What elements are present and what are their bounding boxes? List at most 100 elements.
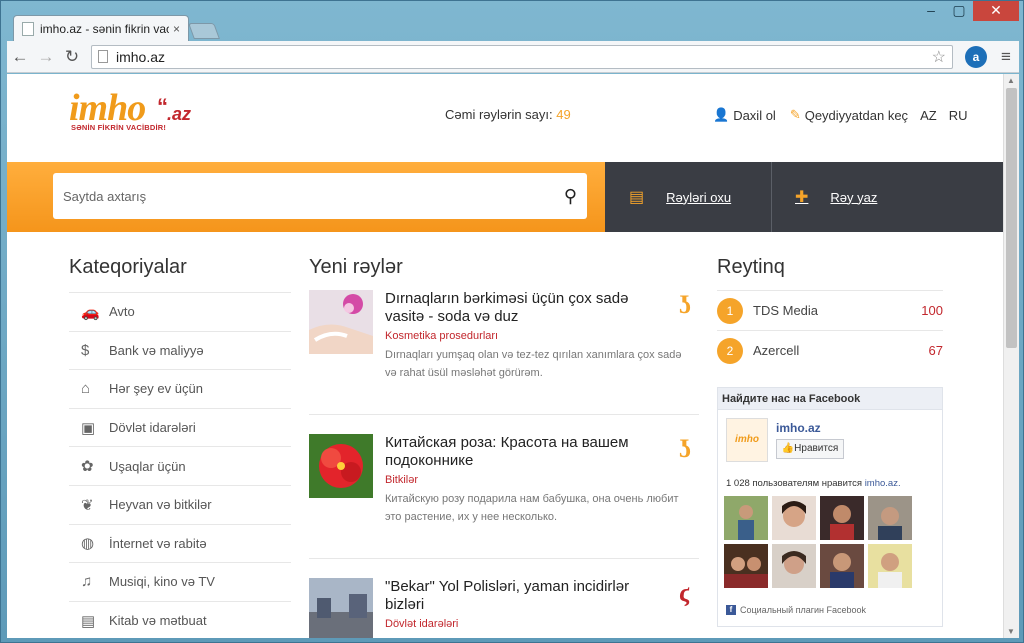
rating-value: 67 bbox=[928, 343, 943, 358]
facebook-widget: Найдите нас на Facebook imho imho.az 👍Нр… bbox=[717, 387, 943, 627]
category-item[interactable]: $ Bank və maliyyə bbox=[69, 330, 291, 370]
company-name[interactable]: Azercell bbox=[753, 343, 929, 358]
review-title[interactable]: Dırnaqların bərkiməsi üçün çox sadə vasi… bbox=[385, 290, 665, 326]
review-category[interactable]: Bitkilər bbox=[385, 474, 418, 486]
fan-avatar[interactable] bbox=[724, 496, 768, 540]
rating-item[interactable]: 1 TDS Media 100 bbox=[717, 290, 943, 330]
write-review-button[interactable]: ✚ Rəy yaz bbox=[795, 162, 877, 232]
fan-avatar[interactable] bbox=[772, 544, 816, 588]
read-reviews-label: Rəyləri oxu bbox=[666, 189, 732, 205]
category-label: Hər şey ev üçün bbox=[109, 381, 203, 397]
review-count-value: 49 bbox=[556, 107, 571, 122]
category-item[interactable]: ❦ Heyvan və bitkilər bbox=[69, 484, 291, 524]
lang-az[interactable]: AZ bbox=[920, 108, 937, 123]
address-bar[interactable]: imho.az ☆ bbox=[91, 44, 953, 69]
review-thumbnail[interactable] bbox=[309, 290, 373, 354]
page-scrollbar[interactable]: ▲ ▼ bbox=[1003, 74, 1019, 638]
review-separator bbox=[309, 414, 699, 415]
page-viewport: imho “ .az SƏNİN FİKRİN VACİBDİR! Cəmi r… bbox=[7, 74, 1003, 638]
fan-avatar[interactable] bbox=[724, 544, 768, 588]
review-description: Dırnaqları yumşaq olan və tez-tez qırıla… bbox=[385, 349, 682, 379]
plugin-label[interactable]: Социальный плагин Facebook bbox=[740, 605, 866, 615]
minimize-button[interactable]: – bbox=[917, 1, 945, 21]
fan-faces bbox=[724, 496, 924, 588]
bookmark-star-icon[interactable]: ☆ bbox=[932, 47, 946, 67]
book-icon: ▤ bbox=[81, 612, 96, 630]
rank-badge: 1 bbox=[717, 297, 743, 324]
search-icon[interactable]: ⚲ bbox=[564, 186, 577, 207]
extension-icon[interactable]: a bbox=[965, 45, 987, 68]
maximize-button[interactable]: ▢ bbox=[945, 1, 973, 21]
category-label: Avto bbox=[109, 304, 135, 320]
document-icon: ▤ bbox=[629, 189, 645, 206]
write-review-label: Rəy yaz bbox=[830, 189, 878, 205]
hero-banner: Saytda axtarış ⚲ ▤ Rəyləri oxu ✚ Rəy yaz bbox=[7, 162, 1003, 232]
page-favicon-icon bbox=[22, 21, 34, 36]
scroll-up-icon[interactable]: ▲ bbox=[1007, 76, 1015, 85]
register-link[interactable]: Qeydiyyatdan keç bbox=[805, 108, 908, 123]
globe-icon: ◍ bbox=[81, 535, 95, 553]
action-divider bbox=[771, 162, 772, 232]
site-logo[interactable]: imho “ .az SƏNİN FİKRİN VACİBDİR! bbox=[69, 86, 199, 136]
lang-ru[interactable]: RU bbox=[949, 108, 968, 123]
review-count-label: Cəmi rəylərin sayı: bbox=[445, 107, 553, 122]
logo-tagline: SƏNİN FİKRİN VACİBDİR! bbox=[71, 123, 167, 132]
browser-window: imho.az - sənin fikrin vacil × – ▢ ✕ ← →… bbox=[0, 0, 1024, 643]
categories-heading: Kateqoriyalar bbox=[69, 256, 187, 278]
site-search[interactable]: Saytda axtarış ⚲ bbox=[53, 173, 587, 219]
review-count: Cəmi rəylərin sayı: 49 bbox=[445, 107, 571, 122]
tab-strip: imho.az - sənin fikrin vacil × – ▢ ✕ bbox=[1, 1, 1024, 41]
url-text[interactable]: imho.az bbox=[116, 49, 932, 65]
category-item[interactable]: ◍ İnternet və rabitə bbox=[69, 523, 291, 563]
review-thumbnail[interactable] bbox=[309, 434, 373, 498]
like-button[interactable]: 👍Нравится bbox=[776, 439, 844, 459]
scroll-down-icon[interactable]: ▼ bbox=[1007, 627, 1015, 636]
fans-page-link[interactable]: imho.az. bbox=[865, 478, 901, 489]
company-name[interactable]: TDS Media bbox=[753, 303, 921, 318]
new-reviews-heading: Yeni rəylər bbox=[309, 256, 403, 278]
fan-avatar[interactable] bbox=[820, 544, 864, 588]
browser-menu-icon[interactable]: ≡ bbox=[993, 47, 1019, 67]
facebook-plugin-note: f Социальный плагин Facebook bbox=[726, 605, 866, 615]
category-item[interactable]: ▣ Dövlət idarələri bbox=[69, 407, 291, 447]
category-item[interactable]: ✿ Uşaqlar üçün bbox=[69, 446, 291, 485]
facebook-page-name[interactable]: imho.az bbox=[776, 421, 821, 435]
review-category[interactable]: Dövlət idarələri bbox=[385, 618, 458, 630]
fan-avatar[interactable] bbox=[868, 544, 912, 588]
reload-button[interactable]: ↻ bbox=[59, 47, 85, 67]
close-window-button[interactable]: ✕ bbox=[973, 1, 1019, 21]
fan-avatar[interactable] bbox=[820, 496, 864, 540]
login-link[interactable]: Daxil ol bbox=[733, 108, 776, 123]
new-tab-button[interactable] bbox=[188, 23, 220, 39]
category-item[interactable]: 🚗 Avto bbox=[69, 292, 291, 331]
tab-close-icon[interactable]: × bbox=[173, 22, 180, 36]
review-title[interactable]: Китайская роза: Красота на вашем подокон… bbox=[385, 434, 665, 470]
teddy-bear-icon: ✿ bbox=[81, 458, 94, 476]
review-thumbnail[interactable] bbox=[309, 578, 373, 638]
category-list: 🚗 Avto $ Bank və maliyyə ⌂ Hər şey ev üçün … bbox=[69, 292, 291, 638]
category-label: İnternet və rabitə bbox=[109, 535, 207, 551]
rating-heading: Reytinq bbox=[717, 256, 785, 278]
forward-button[interactable]: → bbox=[33, 47, 59, 67]
fan-avatar[interactable] bbox=[772, 496, 816, 540]
category-label: Musiqi, kino və TV bbox=[109, 574, 215, 590]
rating-item[interactable]: 2 Azercell 67 bbox=[717, 330, 943, 370]
search-input[interactable]: Saytda axtarış bbox=[63, 189, 564, 204]
fan-avatar[interactable] bbox=[868, 496, 912, 540]
review-category[interactable]: Kosmetika prosedurları bbox=[385, 330, 498, 342]
page-icon bbox=[98, 50, 108, 63]
category-item[interactable]: ▤ Kitab və mətbuat bbox=[69, 600, 291, 638]
read-reviews-button[interactable]: ▤ Rəyləri oxu bbox=[629, 162, 731, 232]
category-item[interactable]: ⌂ Hər şey ev üçün bbox=[69, 369, 291, 408]
review-title[interactable]: "Bekar" Yol Polisləri, yaman incidirlər … bbox=[385, 578, 665, 614]
rank-badge: 2 bbox=[717, 337, 743, 364]
scrollbar-thumb[interactable] bbox=[1006, 88, 1017, 348]
fans-text: 1 028 пользователям нравится bbox=[726, 478, 865, 489]
facebook-page-thumbnail[interactable]: imho bbox=[726, 418, 768, 462]
home-icon: ⌂ bbox=[81, 380, 91, 398]
rating-value: 100 bbox=[921, 303, 943, 318]
browser-tab[interactable]: imho.az - sənin fikrin vacil × bbox=[13, 15, 189, 41]
category-item[interactable]: ♫ Musiqi, kino və TV bbox=[69, 562, 291, 601]
back-button[interactable]: ← bbox=[7, 47, 33, 67]
category-label: Uşaqlar üçün bbox=[109, 458, 186, 474]
